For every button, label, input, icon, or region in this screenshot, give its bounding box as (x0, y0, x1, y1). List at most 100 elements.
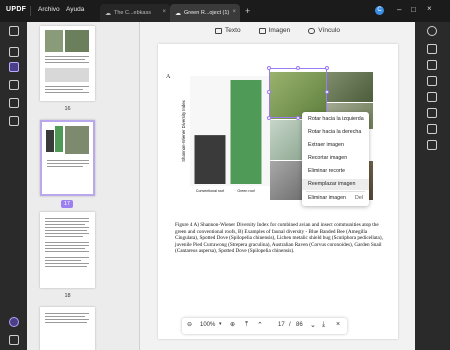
thumb-line (45, 257, 89, 258)
menu-rotate-right[interactable]: Rotar hacia la derecha (302, 127, 369, 138)
edit-pdf-icon[interactable] (9, 62, 19, 72)
menu-ayuda[interactable]: Ayuda (66, 6, 84, 13)
resize-handle[interactable] (296, 66, 300, 70)
app-logo: UPDF (6, 6, 27, 13)
zoom-out-icon[interactable]: ⊖ (187, 321, 192, 328)
diversity-bar-chart: Shannon-Wiener Diversity Index Conventio… (181, 76, 274, 193)
thumb-line (47, 166, 83, 167)
avatar[interactable]: C (375, 6, 384, 15)
bookmark-icon[interactable] (9, 335, 19, 345)
chevron-down-icon[interactable]: ▾ (219, 321, 222, 327)
minimize-icon[interactable]: – (397, 5, 401, 14)
link-tool-button[interactable]: Vínculo (308, 27, 340, 34)
thumbnail-panel: 16 17 18 (27, 22, 140, 350)
ai-assistant-icon[interactable] (9, 317, 19, 327)
thumbnail-page-16[interactable] (40, 26, 95, 101)
thumb-line (45, 322, 87, 323)
protect-icon[interactable] (427, 92, 437, 102)
menu-extract-image[interactable]: Extraer imagen (302, 140, 369, 151)
thumb-line (47, 163, 89, 164)
current-page-field[interactable]: 17 (278, 322, 285, 328)
organize-icon[interactable] (9, 80, 19, 90)
search-icon[interactable] (427, 26, 437, 36)
maximize-icon[interactable]: □ (411, 5, 416, 14)
figure-caption: Figure 4 A) Shannon-Wiener Diversity Ind… (175, 222, 383, 255)
thumbnail-page-19[interactable] (40, 307, 95, 350)
zoom-in-icon[interactable]: ⊕ (230, 321, 235, 328)
thumb-line (45, 251, 89, 252)
convert-icon[interactable] (427, 60, 437, 70)
menu-item-label: Rotar hacia la izquierda (308, 116, 364, 122)
next-page-icon[interactable]: ⌄ (310, 321, 316, 329)
last-page-icon[interactable]: ⤓ (322, 321, 325, 329)
resize-handle[interactable] (325, 90, 329, 94)
new-tab-icon[interactable]: + (245, 6, 250, 16)
text-tool-button[interactable]: Texto (215, 27, 241, 34)
reader-icon[interactable] (9, 26, 19, 36)
total-pages: 86 (296, 322, 303, 328)
chart-bar-conventional (194, 135, 226, 184)
first-page-icon[interactable]: ⤒ (245, 321, 248, 329)
tab-document-1[interactable]: ☁ The C...ebkass × (100, 4, 170, 22)
share-icon[interactable] (427, 108, 437, 118)
tab-document-2[interactable]: ☁ Green R...oject (1) × (170, 4, 240, 22)
menu-shortcut: Del (355, 195, 363, 201)
close-tab-icon[interactable]: × (162, 9, 166, 15)
thumb-line (45, 316, 85, 317)
menu-item-label: Extraer imagen (308, 142, 344, 148)
close-tab-icon[interactable]: × (232, 9, 236, 15)
image-selection-box[interactable] (267, 66, 329, 120)
close-navbar-icon[interactable]: × (336, 321, 340, 328)
photo-spotted-dove[interactable] (327, 72, 373, 102)
thumb-line (45, 236, 83, 237)
comment-icon[interactable] (9, 47, 19, 57)
page-navigation-bar: ⊖ 100% ▾ ⊕ ⤒ ⌃ 17 / 86 ⌄ ⤓ × (182, 318, 347, 334)
thumb-table (45, 68, 89, 82)
zoom-value[interactable]: 100% (200, 322, 215, 328)
thumb-line (45, 230, 87, 231)
menu-item-label: Recortar imagen (308, 155, 348, 161)
menu-item-label: Reemplazar imagen (308, 181, 356, 187)
resize-handle[interactable] (267, 66, 271, 70)
thumbnail-page-18[interactable] (40, 212, 95, 288)
thumb-line (45, 89, 83, 90)
export-icon[interactable] (427, 76, 437, 86)
resize-handle[interactable] (296, 116, 300, 120)
thumbnail-number: 18 (64, 293, 71, 299)
menu-archivo[interactable]: Archivo (38, 6, 60, 13)
thumb-line (45, 59, 85, 60)
form-icon[interactable] (9, 116, 19, 126)
image-tool-label: Imagen (268, 27, 291, 34)
ocr-icon[interactable] (9, 98, 19, 108)
image-tool-button[interactable]: Imagen (258, 27, 291, 34)
edit-toolbar: Texto Imagen Vínculo (140, 22, 415, 39)
thumb-line (45, 218, 89, 219)
page-separator: / (289, 322, 291, 328)
menu-rotate-left[interactable]: Rotar hacia la izquierda (302, 114, 369, 125)
thumb-line (45, 260, 81, 261)
thumb-image (65, 126, 89, 154)
scan-icon[interactable] (427, 44, 437, 54)
resize-handle[interactable] (325, 66, 329, 70)
x-tick-conventional: Conventional roof (196, 189, 224, 193)
menu-replace-image[interactable]: Reemplazar imagen (302, 179, 369, 190)
mail-icon[interactable] (427, 124, 437, 134)
thumbnail-page-17[interactable] (40, 120, 95, 196)
image-icon (258, 27, 266, 34)
previous-page-icon[interactable]: ⌃ (257, 321, 263, 329)
close-window-icon[interactable]: × (427, 4, 432, 13)
menu-delete-image[interactable]: Eliminar imagen Del (302, 193, 369, 204)
thumb-line (45, 86, 89, 87)
resize-handle[interactable] (267, 90, 271, 94)
thumb-line (47, 160, 89, 161)
menu-crop-image[interactable]: Recortar imagen (302, 153, 369, 164)
title-bar: UPDF Archivo Ayuda ☁ The C...ebkass × ☁ … (0, 0, 450, 22)
menu-remove-crop[interactable]: Eliminar recorte (302, 166, 369, 177)
text-tool-label: Texto (225, 27, 241, 34)
thumbnail-number: 16 (64, 106, 71, 112)
save-icon[interactable] (427, 140, 437, 150)
thumb-line (45, 266, 87, 267)
resize-handle[interactable] (267, 116, 271, 120)
menu-divider (306, 191, 365, 192)
thumb-line (45, 62, 89, 63)
